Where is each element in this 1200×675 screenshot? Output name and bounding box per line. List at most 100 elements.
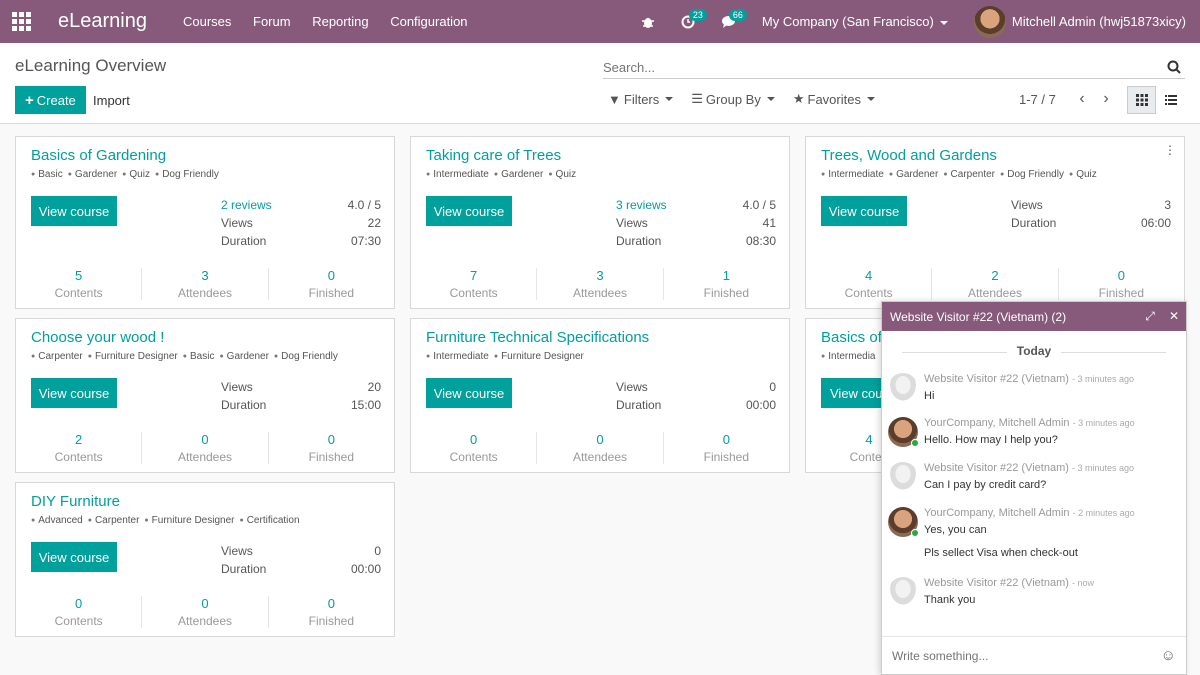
contents-count: 5 <box>75 268 83 283</box>
close-icon[interactable]: ✕ <box>1162 309 1186 324</box>
user-menu[interactable]: Mitchell Admin (hwj51873xicy) <box>973 5 1186 38</box>
finished-counter[interactable]: 1 Finished <box>662 268 789 300</box>
views-label: Views <box>221 216 253 230</box>
chat-header[interactable]: Website Visitor #22 (Vietnam) (2) ⤢ ✕ <box>882 302 1186 331</box>
create-button[interactable]: + Create <box>15 86 86 114</box>
duration-label: Duration <box>616 234 662 248</box>
chat-message-input[interactable] <box>892 648 1161 663</box>
create-label: Create <box>36 92 76 108</box>
expand-icon[interactable]: ⤢ <box>1138 309 1162 324</box>
course-card[interactable]: Furniture Technical Specifications Inter… <box>410 318 790 473</box>
finished-counter[interactable]: 0 Finished <box>662 432 789 464</box>
attendees-label: Attendees <box>572 286 628 300</box>
reviews-link[interactable]: 3 reviews <box>616 198 667 216</box>
search-input[interactable] <box>603 60 1153 75</box>
course-title[interactable]: Furniture Technical Specifications <box>426 329 649 346</box>
kanban-view-icon[interactable] <box>1127 86 1156 114</box>
groupby-dropdown[interactable]: ☰ Group By <box>691 91 775 107</box>
message-time: - now <box>1071 578 1094 588</box>
course-title[interactable]: Choose your wood ! <box>31 329 164 346</box>
contents-count: 0 <box>470 432 478 447</box>
course-card[interactable]: DIY Furniture Advanced Carpenter Furniture… <box>15 482 395 637</box>
chat-message: YourCompany, Mitchell Admin - 2 minutes … <box>924 507 1135 559</box>
menu-configuration[interactable]: Configuration <box>390 14 467 29</box>
tag: Intermediate <box>821 169 884 180</box>
filter-funnel-icon: ▼ <box>608 91 621 107</box>
menu-reporting[interactable]: Reporting <box>312 14 368 29</box>
view-course-button[interactable]: View course <box>821 196 907 226</box>
online-status-icon <box>911 529 919 537</box>
reviews-link[interactable]: 2 reviews <box>221 198 272 216</box>
course-title[interactable]: DIY Furniture <box>31 493 120 510</box>
attendees-counter[interactable]: 0 Attendees <box>141 432 267 464</box>
course-title[interactable]: Trees, Wood and Gardens <box>821 147 997 164</box>
course-title[interactable]: Taking care of Trees <box>426 147 561 164</box>
filters-dropdown[interactable]: ▼ Filters <box>608 91 674 107</box>
finished-counter[interactable]: 0 Finished <box>267 596 394 628</box>
apps-menu-icon[interactable] <box>0 0 42 43</box>
course-card[interactable]: Trees, Wood and Gardens ⋮ Intermediate Ga… <box>805 136 1185 309</box>
contents-counter[interactable]: 7 Contents <box>411 268 536 300</box>
chevron-right-icon[interactable]: › <box>1094 90 1118 108</box>
app-brand: eLearning <box>58 10 147 32</box>
view-course-button[interactable]: View course <box>31 378 117 408</box>
chat-title: Website Visitor #22 (Vietnam) (2) <box>890 309 1067 324</box>
finished-counter[interactable]: 0 Finished <box>267 432 394 464</box>
course-card[interactable]: Choose your wood ! Carpenter Furniture De… <box>15 318 395 473</box>
tag: Carpenter <box>88 515 140 526</box>
menu-forum[interactable]: Forum <box>253 14 291 29</box>
contents-counter[interactable]: 4 Contents <box>806 268 931 300</box>
view-course-button[interactable]: View course <box>426 378 512 408</box>
chat-composer: ☺ <box>882 636 1186 674</box>
tag: Intermediate <box>426 169 489 180</box>
course-card[interactable]: Basics of Gardening Basic Gardener Quiz Dog… <box>15 136 395 309</box>
attendees-counter[interactable]: 0 Attendees <box>536 432 662 464</box>
attendees-counter[interactable]: 0 Attendees <box>141 596 267 628</box>
course-stats: Views 3 Duration 06:00 <box>1011 198 1171 234</box>
company-switcher[interactable]: My Company (San Francisco) <box>762 14 948 29</box>
menu-courses[interactable]: Courses <box>183 14 231 29</box>
finished-counter[interactable]: 0 Finished <box>267 268 394 300</box>
activity-clock-icon[interactable]: 23 <box>681 8 707 29</box>
message-text: Hello. How may I help you? <box>924 434 1058 446</box>
view-course-button[interactable]: View course <box>426 196 512 226</box>
course-title[interactable]: Basics of Gardening <box>31 147 166 164</box>
debug-bug-icon[interactable] <box>641 15 655 29</box>
course-stats: 3 reviews 4.0 / 5 Views 41 Duration 08:30 <box>616 198 776 252</box>
finished-counter[interactable]: 0 Finished <box>1057 268 1184 300</box>
contents-counter[interactable]: 0 Contents <box>16 596 141 628</box>
groupby-list-icon: ☰ <box>691 91 703 106</box>
navbar-systray: 23 66 My Company (San Francisco) Mitchel… <box>641 0 1200 43</box>
search-icon[interactable] <box>1167 60 1181 74</box>
finished-count: 0 <box>327 432 335 447</box>
contents-counter[interactable]: 0 Contents <box>411 432 536 464</box>
tag: Dog Friendly <box>155 169 219 180</box>
top-navbar: eLearning Courses Forum Reporting Config… <box>0 0 1200 43</box>
chat-message: YourCompany, Mitchell Admin - 3 minutes … <box>924 417 1135 446</box>
more-options-icon[interactable]: ⋮ <box>1164 143 1176 157</box>
attendees-counter[interactable]: 3 Attendees <box>536 268 662 300</box>
chevron-left-icon[interactable]: ‹ <box>1070 90 1094 108</box>
message-author: Website Visitor #22 (Vietnam) <box>924 462 1069 474</box>
chat-window: Website Visitor #22 (Vietnam) (2) ⤢ ✕ To… <box>881 301 1187 675</box>
duration-value: 07:30 <box>350 234 381 248</box>
import-button[interactable]: Import <box>93 86 130 114</box>
view-course-button[interactable]: View course <box>31 542 117 572</box>
favorites-dropdown[interactable]: ★ Favorites <box>793 91 875 107</box>
list-view-icon[interactable] <box>1156 86 1185 114</box>
messaging-chat-icon[interactable]: 66 <box>721 8 747 29</box>
tag: Furniture Designer <box>88 351 178 362</box>
duration-label: Duration <box>221 234 267 248</box>
course-card[interactable]: Taking care of Trees Intermediate Gardene… <box>410 136 790 309</box>
emoji-icon[interactable]: ☺ <box>1161 647 1176 664</box>
attendees-counter[interactable]: 2 Attendees <box>931 268 1057 300</box>
contents-label: Contents <box>844 286 893 300</box>
contents-counter[interactable]: 2 Contents <box>16 432 141 464</box>
course-title[interactable]: Basics of <box>821 329 882 346</box>
contents-counter[interactable]: 5 Contents <box>16 268 141 300</box>
view-course-button[interactable]: View course <box>31 196 117 226</box>
pager-value[interactable]: 1-7 / 7 <box>1019 92 1056 107</box>
caret-down-icon <box>866 97 875 101</box>
views-value: 41 <box>762 216 776 230</box>
attendees-counter[interactable]: 3 Attendees <box>141 268 267 300</box>
